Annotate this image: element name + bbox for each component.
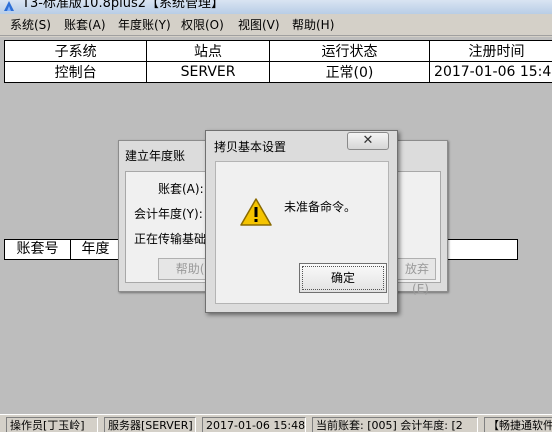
cell-run-status: 正常(0) [268,61,431,83]
menu-view[interactable]: 视图(V) [238,17,280,33]
account-label: 账套(A): [158,182,204,196]
modal-title: 拷贝基本设置 [214,140,287,154]
col-site[interactable]: 站点 [146,40,270,62]
col-subsystem[interactable]: 子系统 [3,40,148,62]
window-title: T3-标准版10.8plus2【系统管理】 [22,0,224,11]
dialog-title: 建立年度账 [125,149,186,163]
warning-icon [240,198,272,226]
app-icon [4,1,14,11]
status-server: 服务器[SERVER] [104,417,196,432]
col-year[interactable]: 年度 [71,240,121,259]
progress-label: 正在传输基础 [134,232,207,246]
menu-bar: 系统(S) 账套(A) 年度账(Y) 权限(O) 视图(V) 帮助(H) [0,14,552,36]
status-bar: 操作员[丁玉岭] 服务器[SERVER] 2017-01-06 15:48 当前… [0,414,552,432]
menu-system[interactable]: 系统(S) [10,17,51,33]
table-header-row: 子系统 站点 运行状态 注册时间 [3,40,552,62]
menu-permission[interactable]: 权限(O) [181,17,224,33]
cell-site: SERVER [146,61,270,83]
cell-login-time: 2017-01-06 15:48 [429,61,552,83]
col-login-time[interactable]: 注册时间 [429,40,552,62]
menu-account[interactable]: 账套(A) [64,17,106,33]
year-label: 会计年度(Y): [134,207,203,221]
modal-message: 未准备命令。 [284,200,357,214]
table-row[interactable]: 控制台 SERVER 正常(0) 2017-01-06 15:48 [3,61,552,83]
subsystem-table: 子系统 站点 运行状态 注册时间 控制台 SERVER 正常(0) 2017-0… [3,40,552,83]
col-run-status[interactable]: 运行状态 [268,40,431,62]
window-titlebar[interactable]: T3-标准版10.8plus2【系统管理】 [0,0,552,14]
status-brand: 【畅捷通软件 [484,417,552,432]
cell-subsystem: 控制台 [3,61,148,83]
close-icon[interactable]: ✕ [347,132,389,150]
menu-help[interactable]: 帮助(H) [292,17,334,33]
ok-button[interactable]: 确定 [299,263,387,293]
status-datetime: 2017-01-06 15:48 [202,417,306,432]
status-operator: 操作员[丁玉岭] [6,417,98,432]
col-account-no[interactable]: 账套号 [5,240,71,259]
menu-year-book[interactable]: 年度账(Y) [118,17,171,33]
modal-body: 未准备命令。 确定 [215,161,389,304]
status-account-set: 当前账套: [005] 会计年度: [2 [312,417,478,432]
copy-settings-dialog: 拷贝基本设置 ✕ 未准备命令。 确定 [205,130,398,313]
